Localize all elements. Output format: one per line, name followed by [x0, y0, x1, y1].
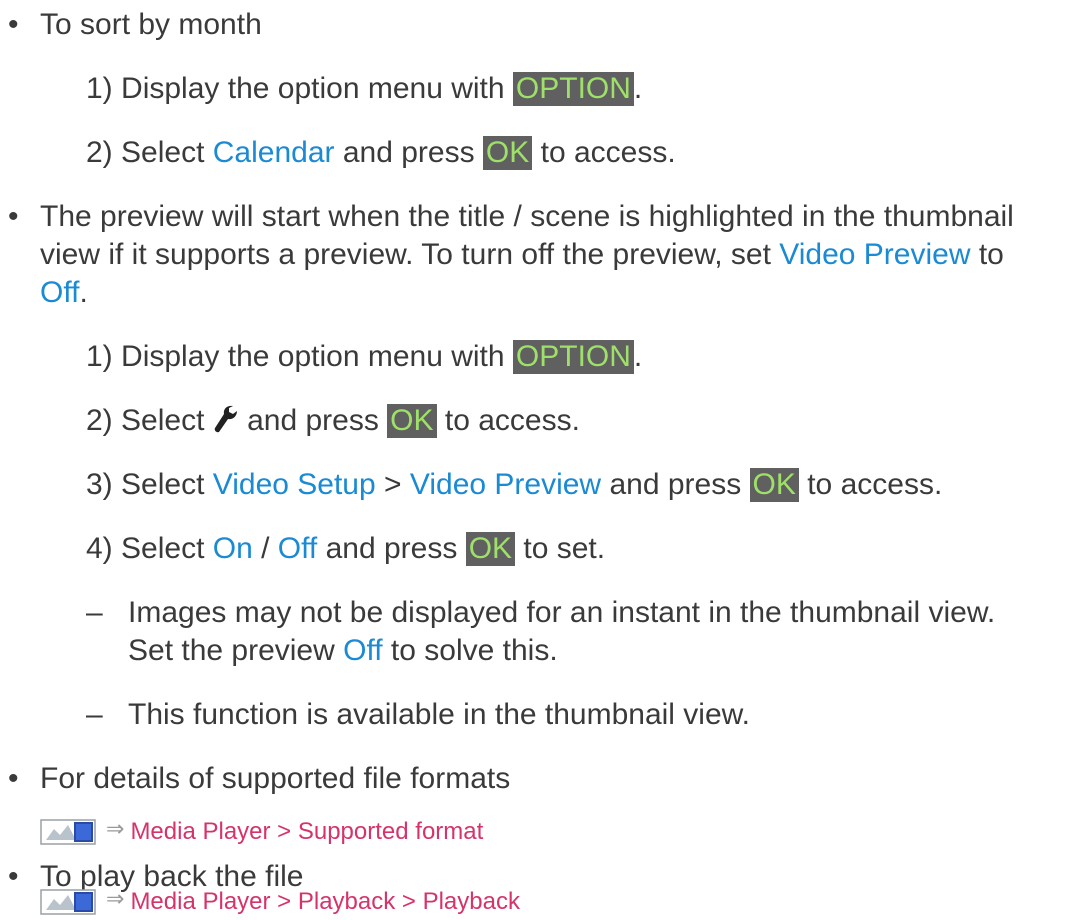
bullet: • — [8, 200, 19, 233]
ok-key: OK — [465, 532, 516, 566]
step-sort-2: 2) Select Calendar and press OK to acces… — [86, 136, 676, 170]
note-dash: – — [86, 596, 103, 629]
off-link[interactable]: Off — [278, 532, 317, 565]
option-key: OPTION — [512, 340, 634, 374]
calendar-link[interactable]: Calendar — [213, 136, 335, 169]
preview-text-line2: view if it supports a preview. To turn o… — [40, 238, 1004, 271]
bullet: • — [8, 762, 19, 795]
off-link[interactable]: Off — [40, 276, 79, 309]
step-number: 2) — [86, 136, 113, 169]
section-heading-sort: To sort by month — [40, 8, 262, 41]
preview-text-line3: Off. — [40, 276, 88, 309]
bullet: • — [8, 860, 19, 893]
option-key: OPTION — [512, 72, 634, 106]
preview-text-line1: The preview will start when the title / … — [40, 200, 1014, 233]
ok-key: OK — [482, 136, 533, 170]
step-number: 1) — [86, 340, 113, 373]
tv-reference-icon — [40, 819, 96, 845]
ok-key: OK — [749, 468, 799, 502]
bullet: • — [8, 8, 19, 41]
note-1-line2: Set the preview Off to solve this. — [128, 634, 558, 667]
step-sort-1: 1) Display the option menu with OPTION. — [86, 72, 643, 106]
ok-key: OK — [387, 404, 437, 438]
tv-reference-icon — [40, 889, 96, 915]
on-link[interactable]: On — [213, 532, 253, 565]
playback-reference-row[interactable]: ⇒ Media Player > Playback > Playback — [40, 886, 520, 920]
playback-link[interactable]: Media Player > Playback > Playback — [130, 888, 520, 915]
step-number: 3) — [86, 468, 113, 501]
note-2: This function is available in the thumbn… — [128, 698, 751, 731]
step-preview-1: 1) Display the option menu with OPTION. — [86, 340, 643, 374]
section-heading-formats: For details of supported file formats — [40, 762, 511, 795]
step-preview-2: 2) Select and press OK to access. — [86, 404, 580, 438]
supported-format-link[interactable]: Media Player > Supported format — [130, 818, 483, 845]
video-preview-link[interactable]: Video Preview — [779, 238, 970, 271]
formats-reference-row[interactable]: ⇒ Media Player > Supported format — [40, 816, 483, 850]
note-1-line1: Images may not be displayed for an insta… — [128, 596, 996, 629]
step-number: 2) — [86, 404, 113, 437]
video-preview-link[interactable]: Video Preview — [410, 468, 601, 501]
note-dash: – — [86, 698, 103, 731]
arrow-right-icon: ⇒ — [106, 816, 125, 841]
step-text: Display the option menu with — [121, 72, 513, 105]
step-preview-3: 3) Select Video Setup > Video Preview an… — [86, 468, 943, 502]
off-link[interactable]: Off — [343, 634, 382, 667]
step-preview-4: 4) Select On / Off and press OK to set. — [86, 532, 606, 566]
step-number: 1) — [86, 72, 113, 105]
step-number: 4) — [86, 532, 113, 565]
wrench-icon — [214, 405, 237, 433]
video-setup-link[interactable]: Video Setup — [213, 468, 376, 501]
arrow-right-icon: ⇒ — [106, 886, 125, 911]
